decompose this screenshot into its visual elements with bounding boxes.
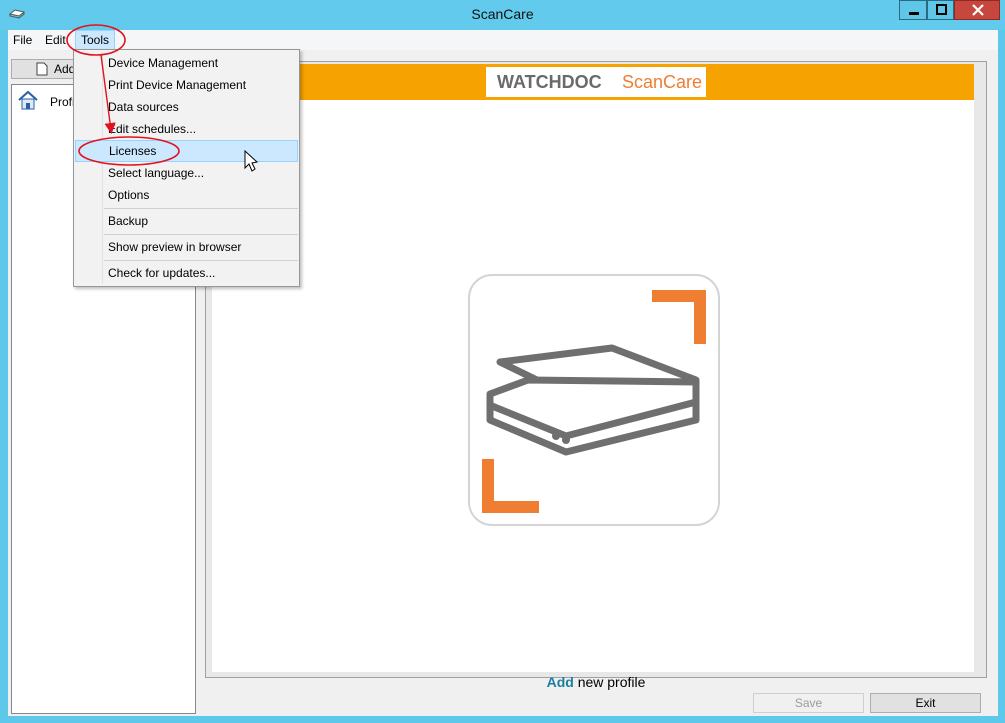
scanner-illustration[interactable]: [468, 274, 720, 526]
menu-item-edit-schedules[interactable]: Edit schedules...: [75, 118, 298, 140]
menu-item-licenses[interactable]: Licenses: [75, 140, 298, 162]
home-icon: [17, 89, 39, 114]
tools-dropdown-menu: Device Management Print Device Managemen…: [73, 49, 300, 287]
scanner-icon: [482, 290, 706, 513]
add-new-profile-prompt: Add new profile: [206, 674, 986, 690]
menu-separator: [104, 208, 298, 209]
menu-item-device-management[interactable]: Device Management: [75, 52, 298, 74]
brand-banner: WATCHDOC ScanCare: [212, 64, 974, 100]
menu-item-options[interactable]: Options: [75, 184, 298, 206]
menu-bar: File Edit Tools: [8, 30, 998, 50]
window-title: ScanCare: [471, 6, 534, 22]
menu-edit[interactable]: Edit: [40, 30, 71, 50]
save-button[interactable]: Save: [753, 693, 864, 713]
menu-separator: [104, 234, 298, 235]
welcome-content: WATCHDOC ScanCare ︿ ﹀: [212, 64, 974, 672]
logo-watchdoc: WATCHDOC: [497, 72, 602, 92]
close-button[interactable]: [954, 0, 1000, 20]
watchdoc-logo: WATCHDOC ScanCare: [486, 67, 706, 97]
minimize-button[interactable]: [899, 0, 927, 20]
menu-item-print-device-management[interactable]: Print Device Management: [75, 74, 298, 96]
menu-separator: [104, 260, 298, 261]
logo-scancare: ScanCare: [622, 72, 703, 92]
maximize-button[interactable]: [927, 0, 954, 20]
menu-tools[interactable]: Tools: [75, 30, 116, 50]
menu-item-backup[interactable]: Backup: [75, 210, 298, 232]
add-profile-link[interactable]: Add: [547, 674, 574, 690]
new-document-icon: [36, 62, 48, 79]
new-profile-text: new profile: [573, 674, 646, 690]
menu-item-select-language[interactable]: Select language...: [75, 162, 298, 184]
menu-item-check-updates[interactable]: Check for updates...: [75, 262, 298, 284]
menu-item-data-sources[interactable]: Data sources: [75, 96, 298, 118]
title-bar: ScanCare: [0, 0, 1005, 30]
menu-file[interactable]: File: [8, 30, 37, 50]
exit-button[interactable]: Exit: [870, 693, 981, 713]
main-panel: WATCHDOC ScanCare ︿ ﹀ Add new profil: [205, 61, 987, 690]
menu-item-show-preview[interactable]: Show preview in browser: [75, 236, 298, 258]
